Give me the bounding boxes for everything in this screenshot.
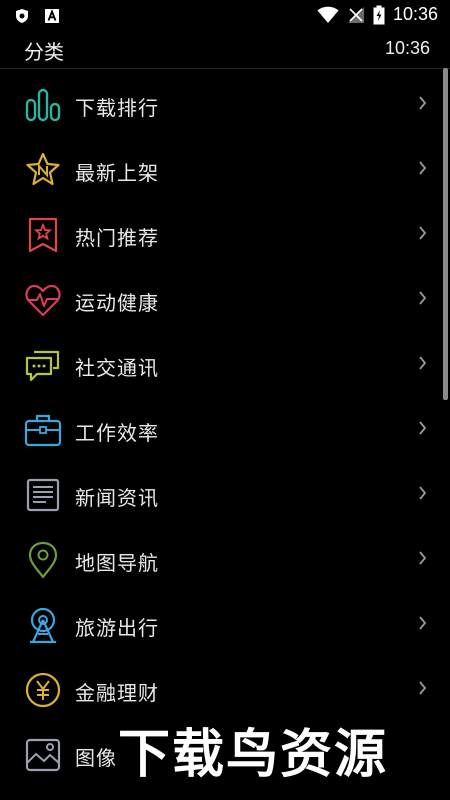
category-label: 下载排行	[75, 96, 159, 120]
scrollbar[interactable]	[443, 68, 448, 400]
chevron-right-icon	[419, 486, 427, 500]
category-label: 地图导航	[75, 551, 159, 575]
category-item-productivity[interactable]: 工作效率	[0, 397, 450, 462]
category-label: 运动健康	[75, 291, 159, 315]
category-label: 金融理财	[75, 681, 159, 705]
header-time: 10:36	[384, 38, 430, 58]
status-bar: 10:36	[0, 0, 450, 32]
category-label: 图像	[75, 746, 117, 770]
watermark: 下载鸟资源	[118, 712, 438, 785]
category-item-social[interactable]: 社交通讯	[0, 332, 450, 397]
chevron-right-icon	[419, 291, 427, 305]
chevron-right-icon	[419, 226, 427, 240]
category-item-travel[interactable]: 旅游出行	[0, 592, 450, 657]
category-item-new-arrivals[interactable]: 最新上架	[0, 137, 450, 202]
page-title: 分类	[24, 40, 64, 64]
heartbeat-icon	[25, 284, 61, 317]
shield-icon	[16, 9, 28, 23]
category-item-download-ranking[interactable]: 下载排行	[0, 72, 450, 137]
bookmark-star-icon	[28, 217, 58, 253]
chat-bubbles-icon	[25, 350, 60, 382]
category-label: 新闻资讯	[75, 486, 159, 510]
chevron-right-icon	[419, 356, 427, 370]
chevron-right-icon	[419, 421, 427, 435]
chevron-right-icon	[419, 551, 427, 565]
category-item-hot-recommend[interactable]: 热门推荐	[0, 202, 450, 267]
category-label: 热门推荐	[75, 226, 159, 250]
no-signal-icon	[347, 6, 364, 23]
chevron-right-icon	[419, 96, 427, 110]
app-header: 分类 10:36	[0, 32, 450, 69]
wifi-icon	[317, 6, 339, 23]
chevron-right-icon	[419, 161, 427, 175]
category-item-news[interactable]: 新闻资讯	[0, 462, 450, 527]
battery-charging-icon	[373, 5, 385, 24]
image-icon	[25, 738, 61, 772]
star-n-icon	[26, 152, 60, 186]
map-pin-icon	[28, 541, 58, 579]
category-label: 最新上架	[75, 161, 159, 185]
category-list: 下载排行 最新上架 热门推荐 运动健康 社交通讯 工作效率 新闻资讯 地图导航 …	[0, 72, 450, 787]
bar-chart-icon	[25, 88, 61, 122]
chevron-right-icon	[419, 616, 427, 630]
category-item-map-navigation[interactable]: 地图导航	[0, 527, 450, 592]
briefcase-icon	[24, 414, 62, 447]
category-label: 工作效率	[75, 421, 159, 445]
chevron-right-icon	[419, 681, 427, 695]
yuan-coin-icon	[25, 672, 61, 708]
status-time: 10:36	[392, 4, 438, 24]
category-item-sports-health[interactable]: 运动健康	[0, 267, 450, 332]
ferris-wheel-icon	[30, 607, 56, 644]
newspaper-icon	[26, 478, 60, 512]
category-label: 社交通讯	[75, 356, 159, 380]
category-label: 旅游出行	[75, 616, 159, 640]
watermark-text: 下载鸟资源	[118, 725, 389, 785]
a-badge-icon	[45, 9, 59, 23]
